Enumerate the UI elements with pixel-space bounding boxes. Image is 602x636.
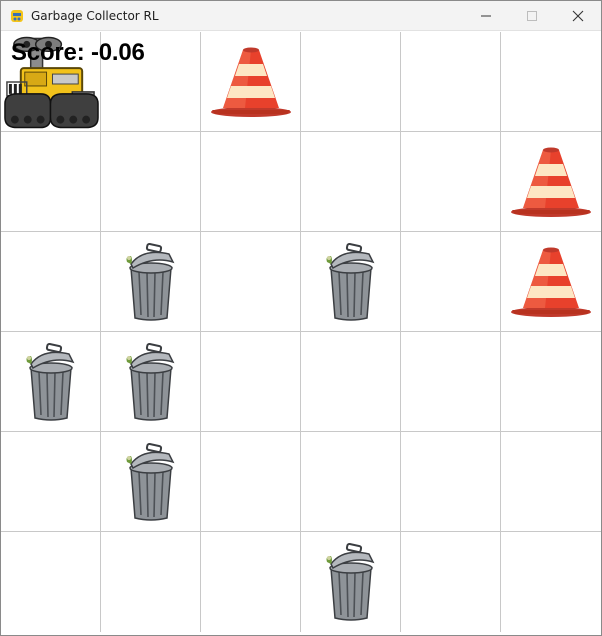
grid-cell (301, 532, 401, 632)
trash-can-icon (126, 442, 174, 521)
grid-cell (101, 332, 201, 432)
traffic-cone-icon (511, 247, 591, 317)
title-bar[interactable]: Garbage Collector RL (1, 1, 601, 31)
trash-can-icon (126, 242, 174, 321)
grid-cell (401, 532, 501, 632)
minimize-icon (481, 15, 491, 17)
grid-cell (101, 232, 201, 332)
grid-cell (401, 32, 501, 132)
traffic-cone-icon (511, 147, 591, 217)
grid-cell (201, 532, 301, 632)
grid-cell (301, 332, 401, 432)
grid-cell (101, 532, 201, 632)
traffic-cone-icon (210, 47, 291, 117)
grid-cell (201, 132, 301, 232)
close-button[interactable] (555, 1, 601, 31)
grid-cell (401, 432, 501, 532)
game-window: Garbage Collector RL Score: -0.06 (0, 0, 602, 636)
grid-cell (1, 432, 101, 532)
grid-cell (201, 32, 301, 132)
trash-can-icon (126, 342, 174, 421)
grid-cell (201, 332, 301, 432)
trash-can-icon (326, 242, 374, 321)
grid-cell (201, 432, 301, 532)
maximize-button[interactable] (509, 1, 555, 31)
grid-cell (101, 132, 201, 232)
game-grid (1, 32, 601, 632)
grid-cell (501, 532, 601, 632)
grid-cell (1, 332, 101, 432)
grid-cell (501, 132, 601, 232)
grid-cell (401, 332, 501, 432)
grid-cell (301, 32, 401, 132)
grid-cell (201, 232, 301, 332)
grid-cell (401, 232, 501, 332)
grid-cell (301, 132, 401, 232)
grid-cell (1, 232, 101, 332)
minimize-button[interactable] (463, 1, 509, 31)
close-icon (572, 10, 584, 22)
trash-can-icon (326, 542, 374, 621)
grid-cell (101, 432, 201, 532)
grid-cell (501, 332, 601, 432)
grid-cell (501, 232, 601, 332)
grid-cell (1, 532, 101, 632)
window-title: Garbage Collector RL (31, 9, 159, 23)
trash-can-icon (26, 342, 74, 421)
grid-cell (401, 132, 501, 232)
grid-cell (1, 132, 101, 232)
grid-cell (301, 232, 401, 332)
grid-cell (301, 432, 401, 532)
grid-cell (501, 32, 601, 132)
score-label: Score: -0.06 (11, 39, 145, 66)
pygame-snake-icon (11, 10, 23, 22)
grid-cell (501, 432, 601, 532)
maximize-icon (527, 11, 537, 21)
